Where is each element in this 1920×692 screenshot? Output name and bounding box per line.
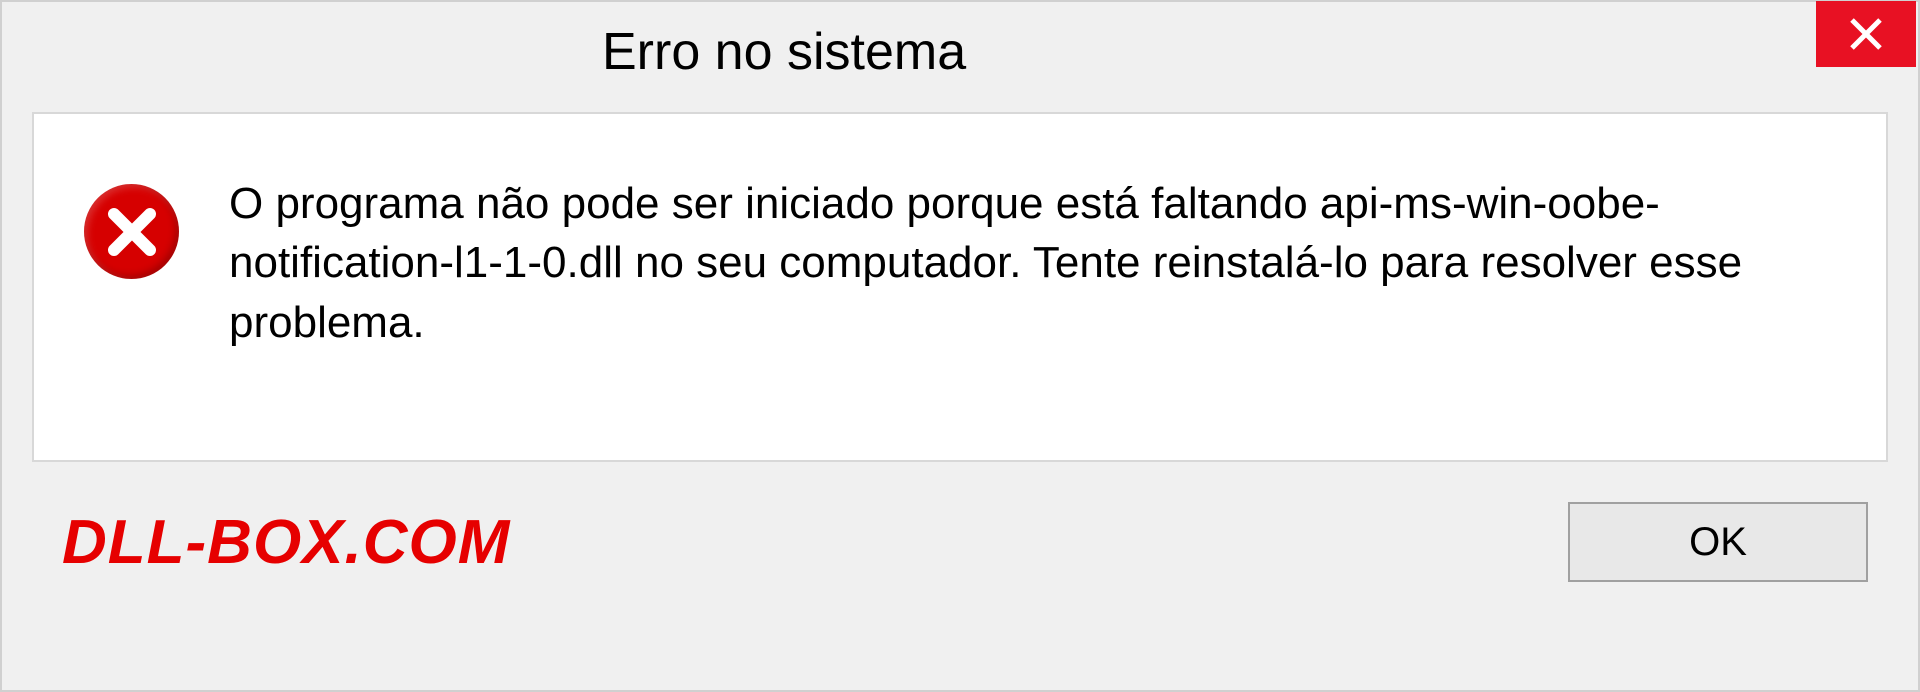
- watermark-text: DLL-BOX.COM: [62, 507, 510, 578]
- ok-button[interactable]: OK: [1568, 502, 1868, 582]
- content-panel: O programa não pode ser iniciado porque …: [32, 112, 1888, 462]
- title-bar: Erro no sistema: [2, 2, 1918, 102]
- dialog-title: Erro no sistema: [602, 22, 966, 82]
- close-icon: [1848, 16, 1884, 52]
- error-message: O programa não pode ser iniciado porque …: [229, 174, 1789, 352]
- error-dialog: Erro no sistema O programa não pode ser …: [0, 0, 1920, 692]
- error-icon: [84, 184, 179, 279]
- close-button[interactable]: [1816, 1, 1916, 67]
- footer-row: DLL-BOX.COM OK: [2, 482, 1918, 612]
